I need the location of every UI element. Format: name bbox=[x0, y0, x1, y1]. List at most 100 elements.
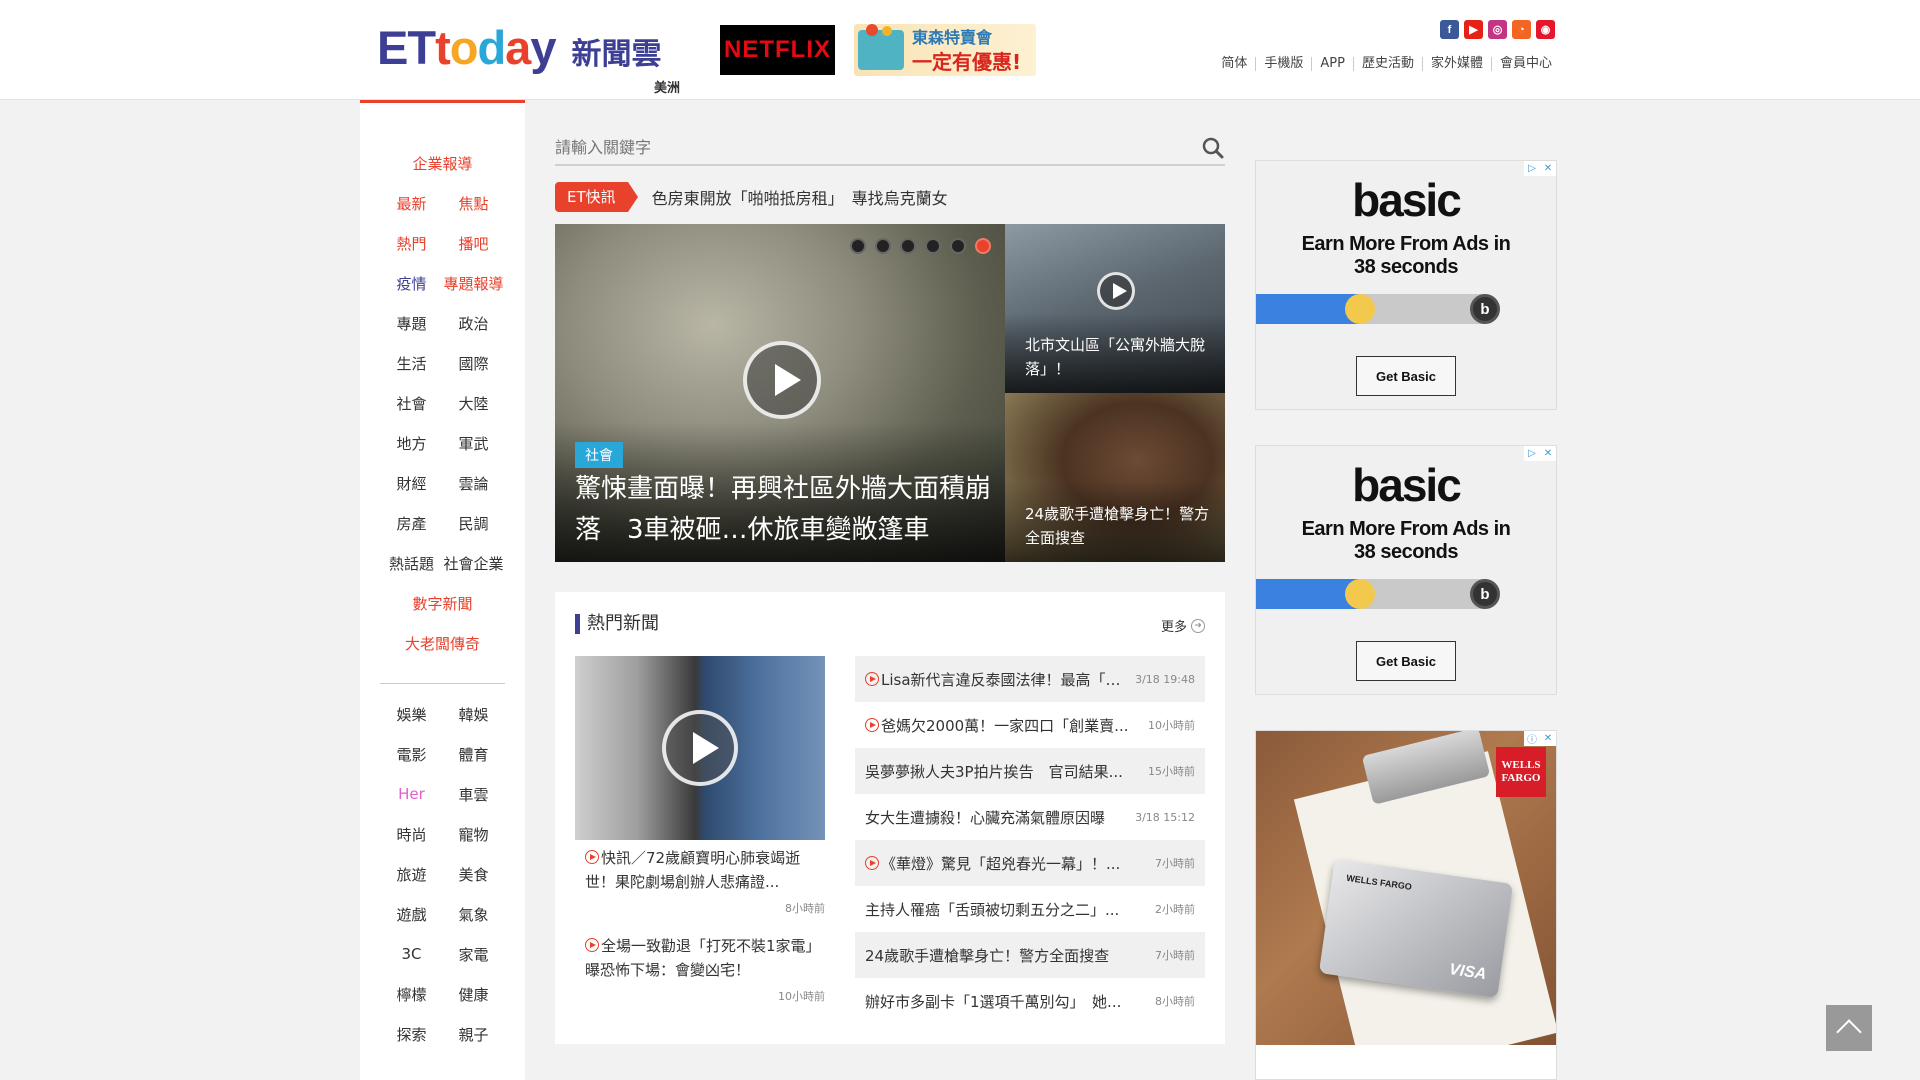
hot-news-item[interactable]: 爸媽欠2000萬！一家四口「創業賣... 10小時前 bbox=[855, 702, 1205, 748]
top-link[interactable]: 歷史活動 bbox=[1352, 57, 1422, 71]
hot-news-item[interactable]: 女大生遭擄殺！心臟充滿氣體原因曝 3/18 15:12 bbox=[855, 794, 1205, 840]
youtube-icon[interactable]: ▶ bbox=[1464, 20, 1483, 39]
nav-item[interactable]: 雲論 bbox=[443, 473, 505, 494]
play-icon[interactable] bbox=[1097, 272, 1135, 310]
weibo-icon[interactable]: ◉ bbox=[1536, 20, 1555, 39]
nav-item[interactable]: 車雲 bbox=[443, 784, 505, 805]
hot-news-item[interactable]: 辦好市多副卡「1選項千萬別勾」 她... 8小時前 bbox=[855, 978, 1205, 1024]
nav-item[interactable]: 社會企業 bbox=[443, 553, 505, 574]
carousel-dot[interactable] bbox=[900, 238, 916, 254]
nav-item[interactable]: 財經 bbox=[381, 473, 443, 494]
rss-icon[interactable]: ◔ bbox=[1512, 20, 1531, 39]
nav-item[interactable]: 生活 bbox=[381, 353, 443, 374]
nav-item[interactable]: 時尚 bbox=[381, 824, 443, 845]
hot-news-item[interactable]: 吳夢夢揪人夫3P拍片挨告 官司結果... 15小時前 bbox=[855, 748, 1205, 794]
nav-item[interactable]: 探索 bbox=[381, 1024, 443, 1045]
nav-item[interactable]: 地方 bbox=[381, 433, 443, 454]
hot-news-feature[interactable]: 快訊／72歲顧寶明心肺衰竭逝世！果陀劇場創辦人悲痛證... 8小時前 bbox=[585, 846, 825, 916]
tomato-sale-banner[interactable]: 東森特賣會 一定有優惠! bbox=[854, 24, 1036, 76]
nav-item[interactable]: 民調 bbox=[443, 513, 505, 534]
nav-item[interactable]: 親子 bbox=[443, 1024, 505, 1045]
breaking-news-link[interactable]: 色房東開放「啪啪抵房租」 專找烏克蘭女 bbox=[652, 185, 948, 209]
top-link[interactable]: 手機版 bbox=[1255, 57, 1311, 71]
wells-fargo-ad[interactable]: WELLS FARGO VISA WELLS FARGO ⓘ ✕ bbox=[1255, 730, 1557, 1080]
search-icon[interactable] bbox=[1201, 136, 1225, 160]
nav-item[interactable]: 體育 bbox=[443, 744, 505, 765]
search-input[interactable] bbox=[555, 134, 1175, 160]
nav-item[interactable]: 播吧 bbox=[443, 233, 505, 254]
nav-item[interactable]: 疫情 bbox=[381, 273, 443, 294]
basic-ad-1[interactable]: ▷ ✕ basic Earn More From Ads in 38 seconds… bbox=[1255, 160, 1557, 410]
nav-item[interactable]: 旅遊 bbox=[381, 864, 443, 885]
nav-item[interactable]: 電影 bbox=[381, 744, 443, 765]
nav-item[interactable]: 最新 bbox=[381, 193, 443, 214]
region-label[interactable]: 美洲 bbox=[654, 77, 680, 96]
hero-side-story-2[interactable]: 24歲歌手遭槍擊身亡！警方全面搜查 bbox=[1005, 393, 1225, 562]
carousel-dot[interactable] bbox=[950, 238, 966, 254]
nav-item[interactable]: 軍武 bbox=[443, 433, 505, 454]
hot-news-item-title[interactable]: 爸媽欠2000萬！一家四口「創業賣... bbox=[881, 715, 1144, 736]
nav-item[interactable]: 政治 bbox=[443, 313, 505, 334]
site-logo[interactable]: ETtoday 新聞雲 bbox=[377, 22, 662, 78]
hot-news-item-title[interactable]: 《華燈》驚見「超兇春光一幕」！... bbox=[881, 853, 1151, 874]
side-story-headline[interactable]: 北市文山區「公寓外牆大脫落」！ bbox=[1025, 333, 1215, 381]
nav-item[interactable]: 數字新聞 bbox=[373, 593, 513, 614]
nav-item[interactable]: 娛樂 bbox=[381, 704, 443, 725]
hot-news-item-title[interactable]: 辦好市多副卡「1選項千萬別勾」 她... bbox=[865, 991, 1151, 1012]
hero-category-badge[interactable]: 社會 bbox=[575, 442, 623, 468]
get-basic-button[interactable]: Get Basic bbox=[1356, 641, 1456, 681]
hero-main-story[interactable]: 社會 驚悚畫面曝！再興社區外牆大面積崩落 3車被砸…休旅車變敞篷車 bbox=[555, 224, 1005, 562]
nav-item[interactable]: 熱門 bbox=[381, 233, 443, 254]
nav-item[interactable]: 大陸 bbox=[443, 393, 505, 414]
top-link[interactable]: APP bbox=[1311, 57, 1353, 71]
nav-item[interactable]: 專題報導 bbox=[443, 273, 505, 294]
top-link[interactable]: 會員中心 bbox=[1490, 57, 1560, 71]
nav-item[interactable]: 熱話題 bbox=[381, 553, 443, 574]
hot-news-item-title[interactable]: 吳夢夢揪人夫3P拍片挨告 官司結果... bbox=[865, 761, 1144, 782]
hot-news-item-title[interactable]: 主持人罹癌「舌頭被切剩五分之二」... bbox=[865, 899, 1151, 920]
netflix-banner[interactable]: NETFLIX bbox=[720, 25, 835, 75]
nav-item[interactable]: 大老闆傳奇 bbox=[373, 633, 513, 654]
carousel-dot-active[interactable] bbox=[975, 238, 991, 254]
hero-headline[interactable]: 驚悚畫面曝！再興社區外牆大面積崩落 3車被砸…休旅車變敞篷車 bbox=[575, 469, 995, 551]
nav-item[interactable]: 專題 bbox=[381, 313, 443, 334]
get-basic-button[interactable]: Get Basic bbox=[1356, 356, 1456, 396]
close-icon[interactable]: ✕ bbox=[1540, 731, 1556, 746]
ad-choices[interactable]: ⓘ ✕ bbox=[1524, 731, 1556, 746]
hot-news-feature[interactable]: 全場一致勸退「打死不裝1家電」 曝恐怖下場：會變凶宅！ 10小時前 bbox=[585, 934, 828, 1004]
hot-news-item-title[interactable]: 女大生遭擄殺！心臟充滿氣體原因曝 bbox=[865, 807, 1131, 828]
play-icon[interactable] bbox=[662, 710, 738, 786]
nav-item[interactable]: 家電 bbox=[443, 944, 505, 965]
side-story-headline[interactable]: 24歲歌手遭槍擊身亡！警方全面搜查 bbox=[1025, 502, 1215, 550]
hot-news-more-link[interactable]: 更多 ➜ bbox=[1161, 616, 1205, 635]
instagram-icon[interactable]: ◎ bbox=[1488, 20, 1507, 39]
hero-side-story-1[interactable]: 北市文山區「公寓外牆大脫落」！ bbox=[1005, 224, 1225, 393]
nav-item[interactable]: 企業報導 bbox=[373, 153, 513, 174]
nav-item[interactable]: 焦點 bbox=[443, 193, 505, 214]
top-link[interactable]: 家外媒體 bbox=[1421, 57, 1491, 71]
hot-news-item[interactable]: 24歲歌手遭槍擊身亡！警方全面搜查 7小時前 bbox=[855, 932, 1205, 978]
hot-news-feature-title[interactable]: 快訊／72歲顧寶明心肺衰竭逝世！果陀劇場創辦人悲痛證... bbox=[585, 849, 800, 891]
nav-item[interactable]: 寵物 bbox=[443, 824, 505, 845]
hot-news-item[interactable]: 《華燈》驚見「超兇春光一幕」！... 7小時前 bbox=[855, 840, 1205, 886]
nav-item[interactable]: 遊戲 bbox=[381, 904, 443, 925]
play-icon[interactable] bbox=[743, 341, 821, 419]
basic-ad-2[interactable]: ▷ ✕ basic Earn More From Ads in 38 seconds… bbox=[1255, 445, 1557, 695]
hot-news-feature-title[interactable]: 全場一致勸退「打死不裝1家電」 曝恐怖下場：會變凶宅！ bbox=[585, 937, 828, 979]
back-to-top-button[interactable] bbox=[1826, 1005, 1872, 1051]
adchoices-icon[interactable]: ⓘ bbox=[1524, 731, 1540, 746]
carousel-dot[interactable] bbox=[875, 238, 891, 254]
carousel-dot[interactable] bbox=[925, 238, 941, 254]
nav-item[interactable]: 社會 bbox=[381, 393, 443, 414]
hot-news-item-title[interactable]: 24歲歌手遭槍擊身亡！警方全面搜查 bbox=[865, 945, 1151, 966]
nav-item[interactable]: 檸檬 bbox=[381, 984, 443, 1005]
nav-item[interactable]: 氣象 bbox=[443, 904, 505, 925]
carousel-dot[interactable] bbox=[850, 238, 866, 254]
nav-item[interactable]: 3C bbox=[381, 945, 443, 963]
facebook-icon[interactable]: f bbox=[1440, 20, 1459, 39]
nav-item[interactable]: Her bbox=[381, 785, 443, 803]
nav-item[interactable]: 美食 bbox=[443, 864, 505, 885]
nav-item[interactable]: 國際 bbox=[443, 353, 505, 374]
hot-news-item-title[interactable]: Lisa新代言違反泰國法律！最高「罰... bbox=[881, 669, 1131, 690]
nav-item[interactable]: 韓娛 bbox=[443, 704, 505, 725]
